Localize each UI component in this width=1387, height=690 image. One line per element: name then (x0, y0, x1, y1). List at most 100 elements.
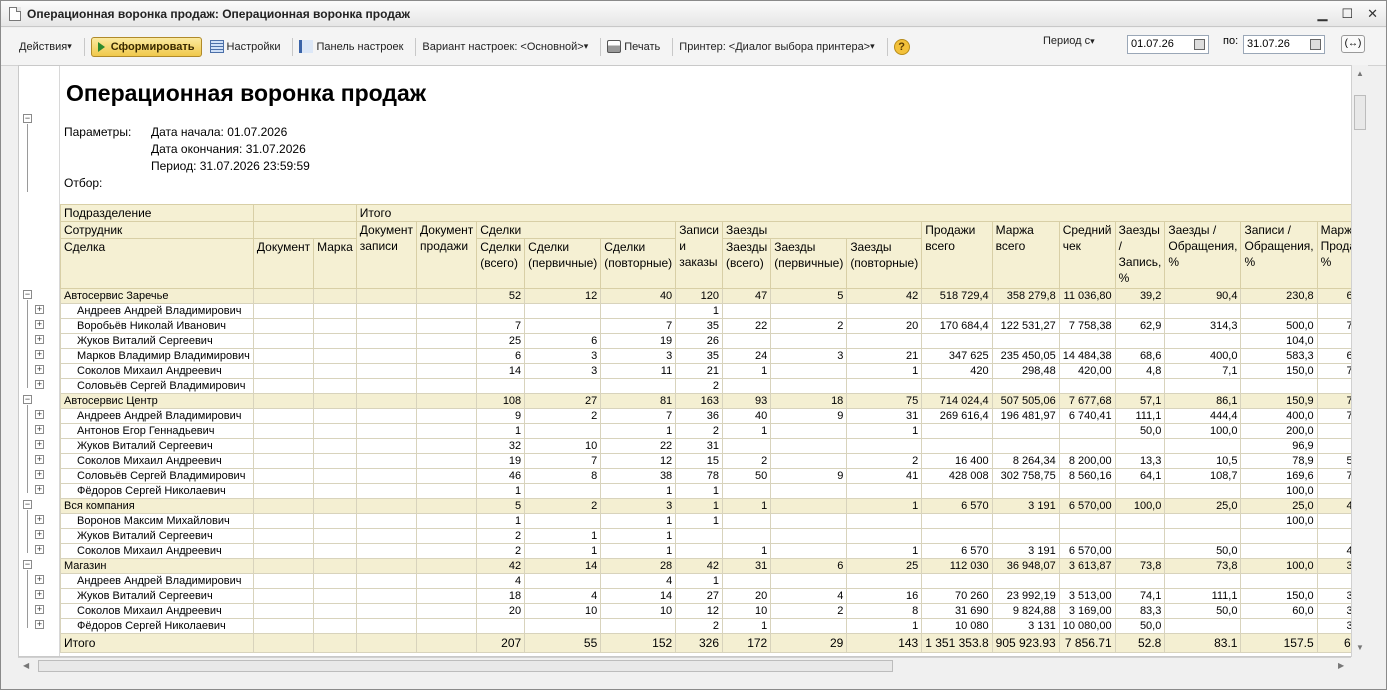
value-cell: 420 (921, 363, 993, 379)
value-cell (722, 483, 772, 499)
expand-icon[interactable]: + (35, 620, 44, 629)
value-cell: 1 (476, 423, 526, 439)
table-row[interactable]: Соловьёв Сергей Владимирович 46 8 38 78 50 9 41… (60, 468, 1367, 484)
date-from-field[interactable]: 01.07.26 (1127, 35, 1209, 54)
value-cell (770, 543, 848, 559)
table-row[interactable]: Антонов Егор Геннадьевич 1 1 2 1 1 50,0 100,0 20… (60, 423, 1367, 439)
table-row[interactable]: Андреев Андрей Владимирович 1 (60, 303, 1367, 319)
date-to-field[interactable]: 31.07.26 (1243, 35, 1325, 54)
expand-icon[interactable]: + (35, 470, 44, 479)
generate-button[interactable]: Сформировать (90, 36, 202, 57)
value-cell: 25,0 (1240, 498, 1318, 514)
expand-icon[interactable]: + (35, 305, 44, 314)
period-from-menu[interactable]: Период с (1043, 35, 1095, 47)
table-row[interactable]: Воробьёв Николай Иванович 7 7 35 22 2 20 170 68… (60, 318, 1367, 334)
value-cell: 57,1 (1114, 393, 1166, 409)
value-cell (476, 378, 526, 394)
row-name-cell: Марков Владимир Владимирович (60, 348, 254, 364)
table-row[interactable]: Фёдоров Сергей Николаевич 1 1 1 100,0 (60, 483, 1367, 499)
period-swap-button[interactable]: (↔) (1341, 35, 1365, 53)
value-cell: 7 (600, 318, 677, 334)
table-row[interactable]: Марков Владимир Владимирович 6 3 3 35 24 3 21 34… (60, 348, 1367, 364)
expand-icon[interactable]: + (35, 320, 44, 329)
settings-variant-menu[interactable]: Вариант настроек: <Основной> (422, 41, 588, 53)
help-icon[interactable]: ? (893, 38, 910, 55)
collapse-icon[interactable]: − (23, 114, 32, 123)
scroll-thumb[interactable] (1354, 95, 1366, 130)
scroll-right-icon[interactable]: ▶ (1338, 661, 1344, 670)
table-row[interactable]: Соколов Михаил Андреевич 14 3 11 21 1 1 420 298,… (60, 363, 1367, 379)
expand-icon[interactable]: + (35, 575, 44, 584)
actions-menu[interactable]: Действия (19, 41, 72, 53)
collapse-icon[interactable]: − (23, 395, 32, 404)
expand-icon[interactable]: + (35, 485, 44, 494)
settings-button[interactable]: Настройки (209, 40, 280, 53)
expand-icon[interactable]: + (35, 335, 44, 344)
expand-icon[interactable]: + (35, 605, 44, 614)
table-row[interactable]: Жуков Виталий Сергеевич 25 6 19 26 104,0 (60, 333, 1367, 349)
value-cell (846, 438, 923, 454)
table-row[interactable]: Соколов Михаил Андреевич 2 1 1 1 1 6 570 3 191 6… (60, 543, 1367, 559)
minimize-icon[interactable]: ▁ (1317, 6, 1327, 22)
expand-icon[interactable]: + (35, 440, 44, 449)
value-cell: 3 191 (991, 543, 1060, 559)
expand-icon[interactable]: + (35, 350, 44, 359)
expand-icon[interactable]: + (35, 545, 44, 554)
table-row[interactable]: Жуков Виталий Сергеевич 2 1 1 (60, 528, 1367, 544)
value-cell: 1 (600, 423, 677, 439)
value-cell: 444,4 (1164, 408, 1242, 424)
group-row[interactable]: Вся компания 5 2 3 1 1 1 6 570 3 191 6 570,00 100,… (60, 498, 1367, 514)
calendar-icon[interactable] (1194, 39, 1205, 50)
horizontal-scrollbar[interactable]: ◀ ▶ (18, 657, 1351, 674)
scroll-thumb[interactable] (38, 660, 893, 672)
expand-icon[interactable]: + (35, 590, 44, 599)
hdr-sdelki: Сделки (476, 221, 677, 239)
table-row[interactable]: Фёдоров Сергей Николаевич 2 1 1 10 080 3 131 1… (60, 618, 1367, 634)
collapse-icon[interactable]: − (23, 560, 32, 569)
expand-icon[interactable]: + (35, 380, 44, 389)
row-name-cell: Воробьёв Николай Иванович (60, 318, 254, 334)
value-cell (1164, 378, 1242, 394)
close-icon[interactable]: ✕ (1367, 6, 1378, 22)
table-row[interactable]: Жуков Виталий Сергеевич 18 4 14 27 20 4 16 70 26… (60, 588, 1367, 604)
value-cell (476, 618, 526, 634)
expand-icon[interactable]: + (35, 530, 44, 539)
group-row[interactable]: Автосервис Центр 108 27 81 163 93 18 75 714 024,… (60, 393, 1367, 409)
value-cell: 13,3 (1114, 453, 1166, 469)
scroll-down-icon[interactable]: ▼ (1356, 643, 1364, 652)
table-row[interactable]: Соловьёв Сергей Владимирович 2 (60, 378, 1367, 394)
expand-icon[interactable]: + (35, 515, 44, 524)
expand-icon[interactable]: + (35, 365, 44, 374)
value-cell: 5 (476, 498, 526, 514)
expand-icon[interactable]: + (35, 410, 44, 419)
scroll-up-icon[interactable]: ▲ (1356, 69, 1364, 78)
value-cell: 50,0 (1114, 618, 1166, 634)
row-name-cell: Автосервис Центр (60, 393, 254, 409)
value-cell: 1 (524, 543, 602, 559)
scroll-left-icon[interactable]: ◀ (23, 661, 29, 670)
table-row[interactable]: Соколов Михаил Андреевич 19 7 12 15 2 2 16 400 8… (60, 453, 1367, 469)
expand-icon[interactable]: + (35, 455, 44, 464)
table-row[interactable]: Соколов Михаил Андреевич 20 10 10 12 10 2 8 31 6… (60, 603, 1367, 619)
group-row[interactable]: Автосервис Заречье 52 12 40 120 47 5 42 518 729,… (60, 288, 1367, 304)
table-row[interactable]: Жуков Виталий Сергеевич 32 10 22 31 96,9 (60, 438, 1367, 454)
expand-icon[interactable]: + (35, 425, 44, 434)
collapse-icon[interactable]: − (23, 290, 32, 299)
table-row[interactable]: Воронов Максим Михайлович 1 1 1 100,0 (60, 513, 1367, 529)
empty-cell (416, 588, 478, 604)
print-button[interactable]: Печать (607, 40, 660, 53)
calendar-icon[interactable] (1310, 39, 1321, 50)
collapse-icon[interactable]: − (23, 500, 32, 509)
value-cell (722, 573, 772, 589)
empty-cell (252, 588, 315, 604)
value-cell (1114, 513, 1166, 529)
settings-panel-button[interactable]: Панель настроек (299, 40, 403, 53)
vertical-scrollbar[interactable]: ▲ ▼ (1351, 65, 1368, 657)
table-row[interactable]: Андреев Андрей Владимирович 9 2 7 36 40 9 31 269… (60, 408, 1367, 424)
value-cell: 62,9 (1114, 318, 1166, 334)
printer-select[interactable]: Принтер: <Диалог выбора принтера> (679, 41, 874, 53)
group-row[interactable]: Магазин 42 14 28 42 31 6 25 112 030 36 948,07 3 61… (60, 558, 1367, 574)
table-row[interactable]: Андреев Андрей Владимирович 4 4 1 (60, 573, 1367, 589)
value-cell: 50 (722, 468, 772, 484)
maximize-icon[interactable]: ☐ (1341, 6, 1353, 22)
